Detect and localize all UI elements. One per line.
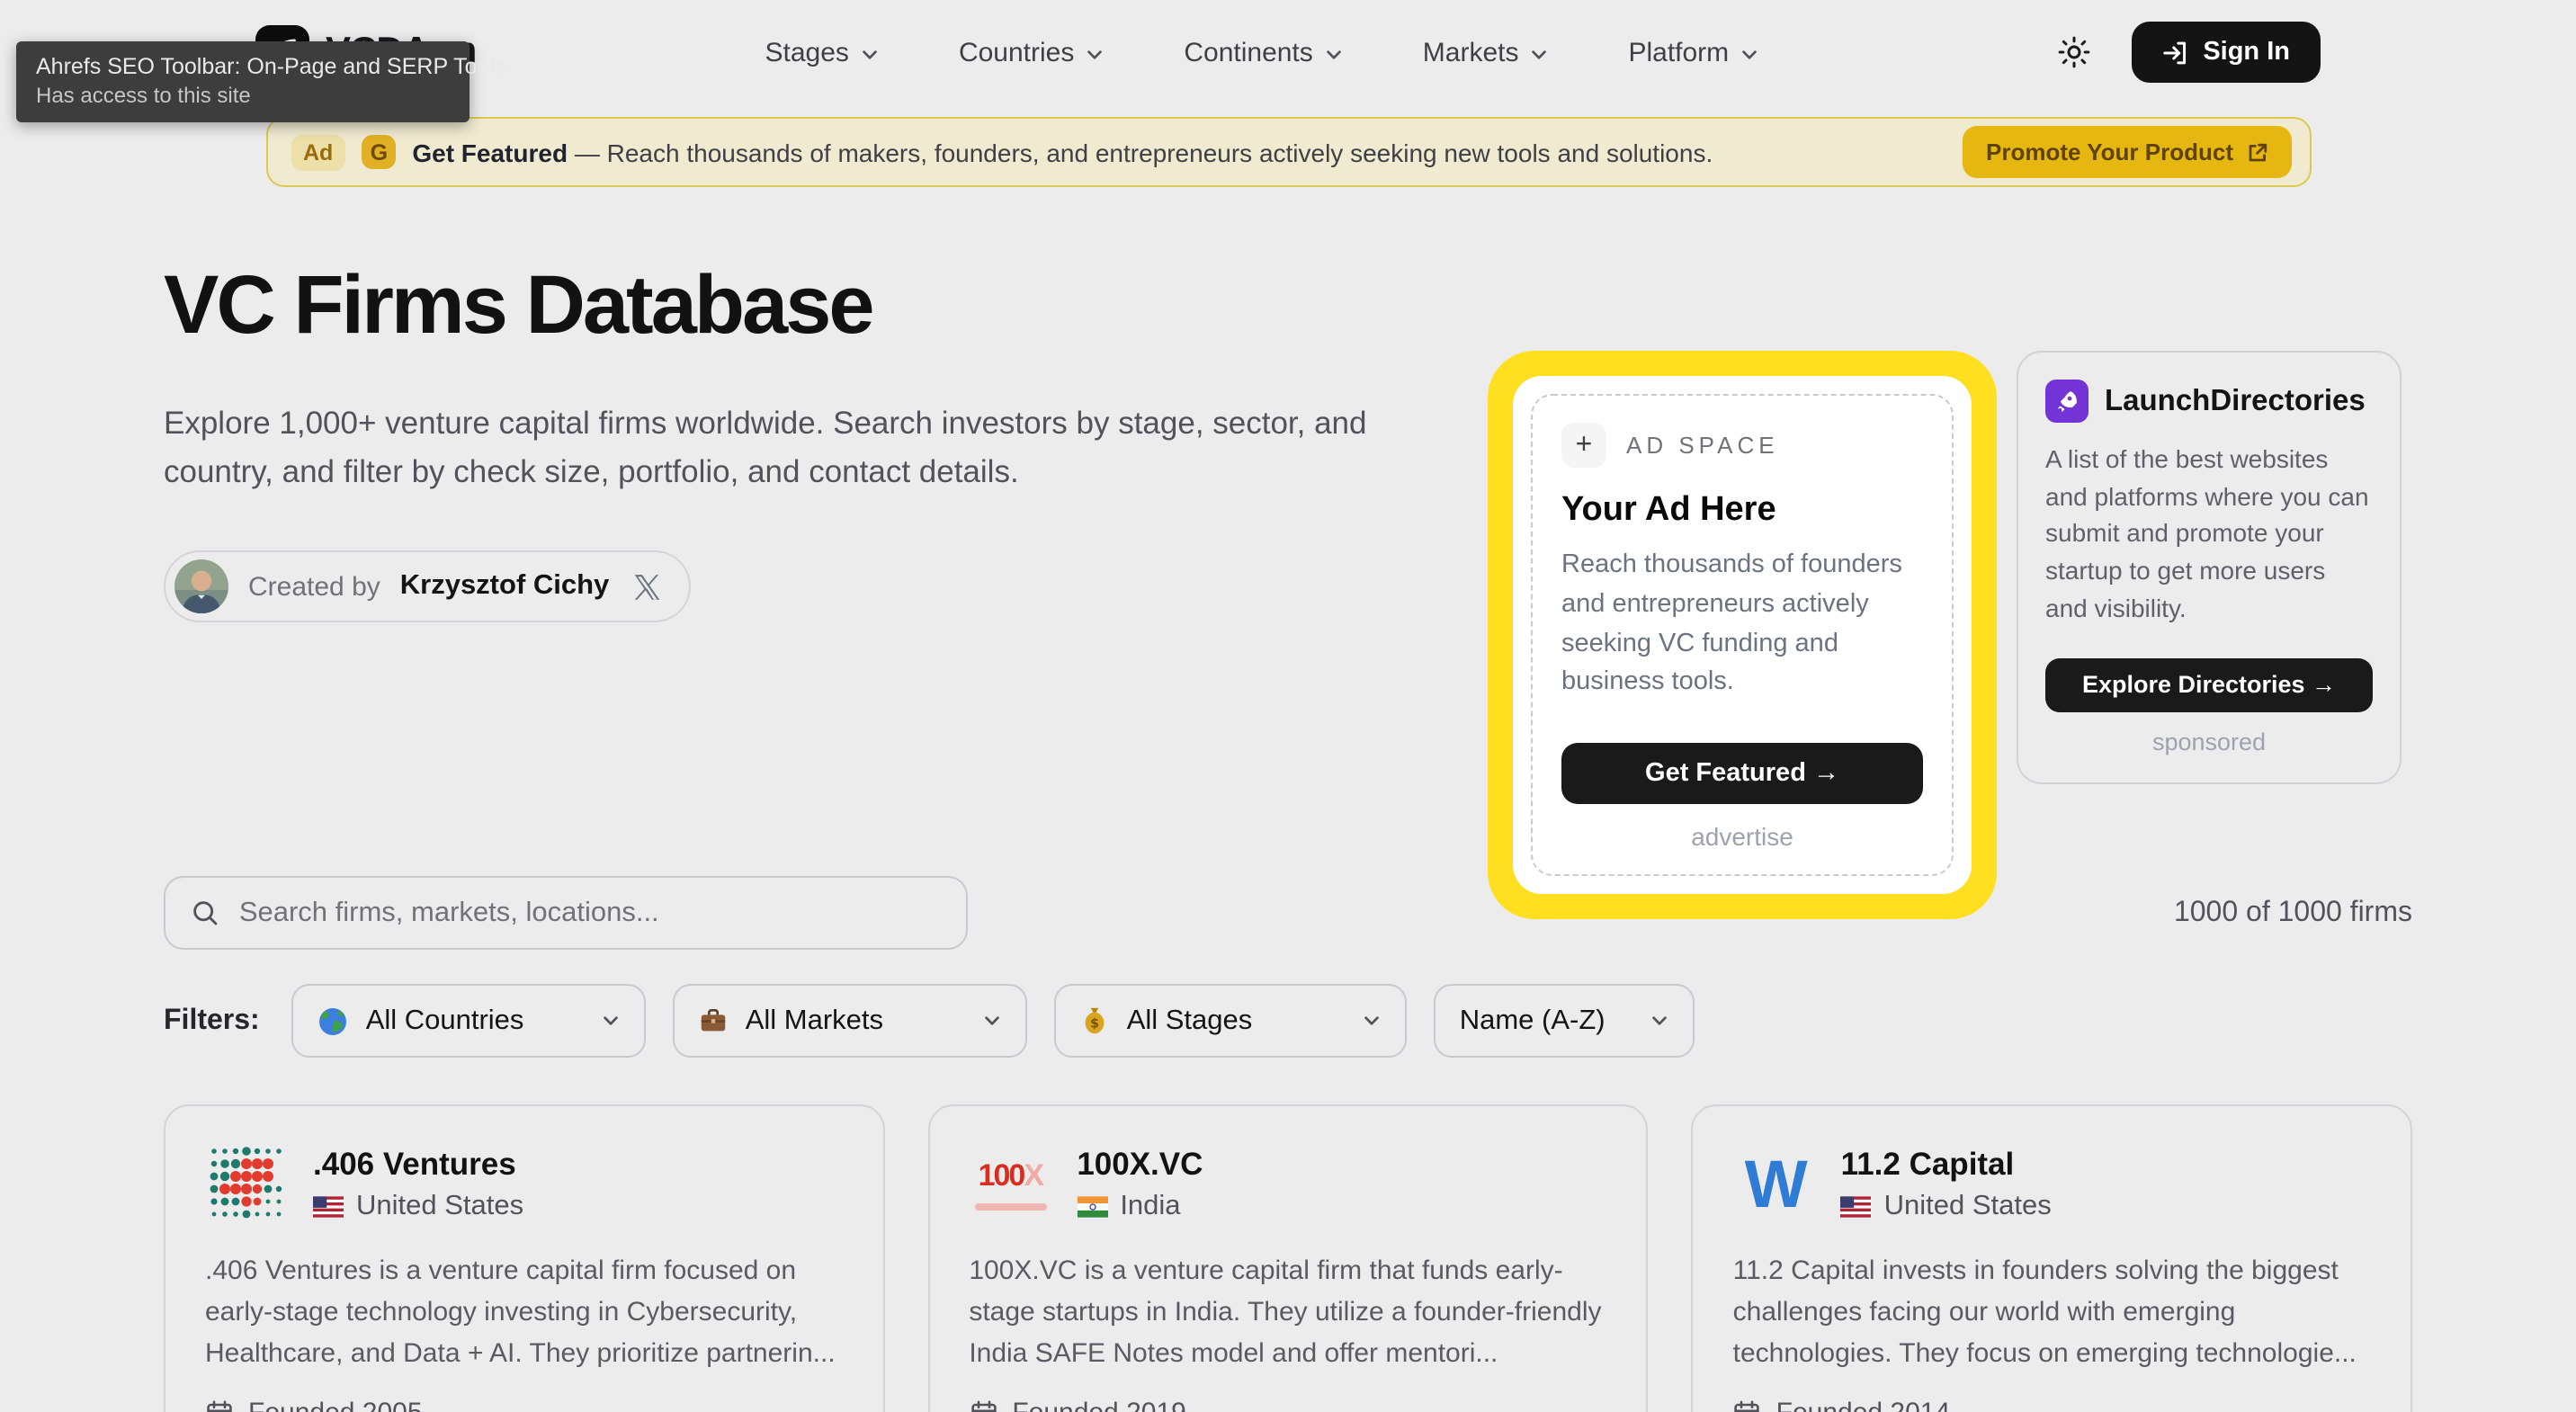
filters-row: Filters: All Countries All Markets $ All… <box>164 984 2412 1058</box>
creator-avatar <box>174 560 228 614</box>
sponsored-label: sponsored <box>2045 728 2373 755</box>
page-description: Explore 1,000+ venture capital firms wor… <box>164 399 1405 497</box>
search-input[interactable] <box>239 897 941 929</box>
firm-founded: Founded 2019 <box>969 1398 1606 1412</box>
nav-markets[interactable]: Markets <box>1423 37 1550 67</box>
explore-directories-button[interactable]: Explore Directories → <box>2045 657 2373 711</box>
firm-description: 11.2 Capital invests in founders solving… <box>1733 1250 2371 1374</box>
ad-space-kicker: AD SPACE <box>1626 432 1779 459</box>
nav-platform[interactable]: Platform <box>1628 37 1759 67</box>
us-flag-icon <box>1841 1195 1872 1217</box>
filters-label: Filters: <box>164 1005 260 1037</box>
main-content: VC Firms Database Explore 1,000+ venture… <box>164 187 2412 1412</box>
ad-badge: Ad <box>291 134 345 170</box>
firm-name: 100X.VC <box>1077 1145 1203 1183</box>
chevron-down-icon <box>1529 44 1549 64</box>
briefcase-icon <box>699 1005 729 1036</box>
firms-grid: .406 Ventures United States .406 Venture… <box>164 1104 2412 1412</box>
creator-name[interactable]: Krzysztof Cichy <box>400 571 610 603</box>
get-featured-button[interactable]: Get Featured → <box>1561 743 1923 804</box>
sponsor-card: LaunchDirectories A list of the best web… <box>2017 351 2402 783</box>
firm-name: .406 Ventures <box>313 1145 523 1183</box>
page: VCDAm Stages Countries Continents Market… <box>0 0 2576 1412</box>
ad-space-highlight-ring: + AD SPACE Your Ad Here Reach thousands … <box>1488 351 1997 919</box>
firm-name: 11.2 Capital <box>1841 1145 2052 1183</box>
page-title: VC Firms Database <box>164 255 2412 353</box>
promo-banner: Ad G Get Featured — Reach thousands of m… <box>265 117 2311 187</box>
external-link-icon <box>2246 141 2267 163</box>
sponsor-title: LaunchDirectories <box>2105 384 2366 418</box>
firm-logo-dot-matrix <box>205 1142 288 1225</box>
chevron-down-icon <box>1740 44 1759 64</box>
firm-founded: Founded 2005 <box>205 1398 843 1412</box>
us-flag-icon <box>313 1195 344 1217</box>
theme-toggle-button[interactable] <box>2048 27 2098 77</box>
ad-space-card: + AD SPACE Your Ad Here Reach thousands … <box>1513 376 1972 894</box>
promote-your-product-button[interactable]: Promote Your Product <box>1963 126 2291 178</box>
countries-filter-dropdown[interactable]: All Countries <box>292 984 647 1058</box>
ad-space-title: Your Ad Here <box>1561 491 1923 531</box>
nav-stages[interactable]: Stages <box>765 37 880 67</box>
markets-filter-dropdown[interactable]: All Markets <box>674 984 1028 1058</box>
firm-founded: Founded 2014 <box>1733 1398 2371 1412</box>
g-badge: G <box>362 135 396 169</box>
calendar-icon <box>969 1399 997 1412</box>
firm-description: .406 Ventures is a venture capital firm … <box>205 1250 843 1374</box>
created-by-label: Created by <box>248 572 380 603</box>
firm-logo-100x: 100X <box>969 1142 1051 1225</box>
firm-country: India <box>1077 1190 1203 1222</box>
nav-continents[interactable]: Continents <box>1184 37 1343 67</box>
x-twitter-icon[interactable] <box>632 574 659 601</box>
sun-icon <box>2055 34 2091 70</box>
chevron-down-icon <box>860 44 880 64</box>
main-nav: Stages Countries Continents Markets Plat… <box>765 37 1760 67</box>
created-by-chip: Created by Krzysztof Cichy <box>164 551 690 623</box>
hero-section: VC Firms Database Explore 1,000+ venture… <box>164 187 2412 876</box>
firm-description: 100X.VC is a venture capital firm that f… <box>969 1250 1606 1374</box>
money-bag-icon: $ <box>1080 1005 1111 1036</box>
chevron-down-icon <box>1085 44 1105 64</box>
rocket-icon <box>2045 380 2089 423</box>
calendar-icon <box>205 1399 234 1412</box>
browser-extension-tooltip: Ahrefs SEO Toolbar: On-Page and SERP Too… <box>16 41 470 122</box>
firm-card-406-ventures[interactable]: .406 Ventures United States .406 Venture… <box>164 1104 884 1412</box>
hero-ad-group: + AD SPACE Your Ad Here Reach thousands … <box>1488 351 2402 919</box>
firm-country: United States <box>313 1190 523 1222</box>
chevron-down-icon <box>1363 1011 1382 1031</box>
chevron-down-icon <box>1650 1011 1670 1031</box>
sponsor-text: A list of the best websites and platform… <box>2045 441 2373 627</box>
search-box[interactable] <box>164 876 968 950</box>
chevron-down-icon <box>983 1011 1003 1031</box>
svg-text:$: $ <box>1091 1017 1100 1032</box>
chevron-down-icon <box>1324 44 1344 64</box>
firm-card-100x-vc[interactable]: 100X 100X.VC India 100X.VC is a venture … <box>927 1104 1648 1412</box>
banner-text: Get Featured — Reach thousands of makers… <box>412 138 1713 166</box>
calendar-icon <box>1733 1399 1762 1412</box>
firm-country: United States <box>1841 1190 2052 1222</box>
firm-card-11-2-capital[interactable]: W 11.2 Capital United States 11.2 Capita… <box>1692 1104 2412 1412</box>
nav-countries[interactable]: Countries <box>959 37 1105 67</box>
sort-dropdown[interactable]: Name (A-Z) <box>1435 984 1695 1058</box>
advertise-link[interactable]: advertise <box>1561 822 1923 851</box>
india-flag-icon <box>1077 1195 1107 1217</box>
sign-in-button[interactable]: Sign In <box>2131 22 2321 83</box>
chevron-down-icon <box>602 1011 622 1031</box>
plus-icon: + <box>1561 423 1606 468</box>
ad-space-text: Reach thousands of founders and entrepre… <box>1561 547 1923 703</box>
globe-icon <box>318 1005 350 1037</box>
firm-logo-w: W <box>1733 1142 1816 1225</box>
stages-filter-dropdown[interactable]: $ All Stages <box>1055 984 1408 1058</box>
search-icon <box>191 898 219 928</box>
login-icon <box>2161 39 2188 66</box>
